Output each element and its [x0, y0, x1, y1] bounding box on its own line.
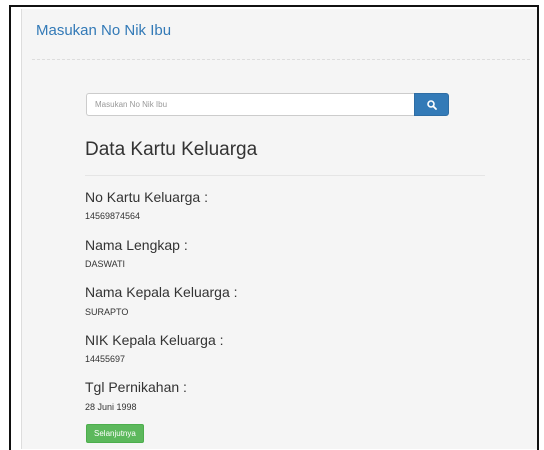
panel-divider [32, 59, 530, 60]
section-heading: Data Kartu Keluarga [85, 139, 258, 160]
field-label-nama-kepala-keluarga: Nama Kepala Keluarga : [85, 284, 238, 300]
field-value-tgl-pernikahan: 28 Juni 1998 [85, 402, 137, 412]
field-label-no-kartu-keluarga: No Kartu Keluarga : [85, 189, 208, 205]
field-value-nama-lengkap: DASWATI [85, 259, 125, 269]
content-panel: Masukan No Nik Ibu Data Kartu Keluarga N… [21, 9, 537, 449]
search-group [86, 93, 449, 116]
field-label-nik-kepala-keluarga: NIK Kepala Keluarga : [85, 332, 224, 348]
next-button[interactable]: Selanjutnya [86, 424, 144, 443]
field-value-nik-kepala-keluarga: 14455697 [85, 354, 126, 364]
field-label-tgl-pernikahan: Tgl Pernikahan : [85, 379, 187, 395]
field-label-nama-lengkap: Nama Lengkap : [85, 237, 188, 253]
search-button[interactable] [414, 93, 449, 116]
section-divider [85, 175, 485, 176]
panel-title: Masukan No Nik Ibu [36, 22, 172, 39]
field-value-nama-kepala-keluarga: SURAPTO [85, 307, 129, 317]
field-value-no-kartu-keluarga: 14569874564 [85, 211, 141, 221]
screenshot-frame: Masukan No Nik Ibu Data Kartu Keluarga N… [9, 5, 539, 450]
search-icon [427, 100, 437, 110]
search-input[interactable] [86, 93, 414, 116]
